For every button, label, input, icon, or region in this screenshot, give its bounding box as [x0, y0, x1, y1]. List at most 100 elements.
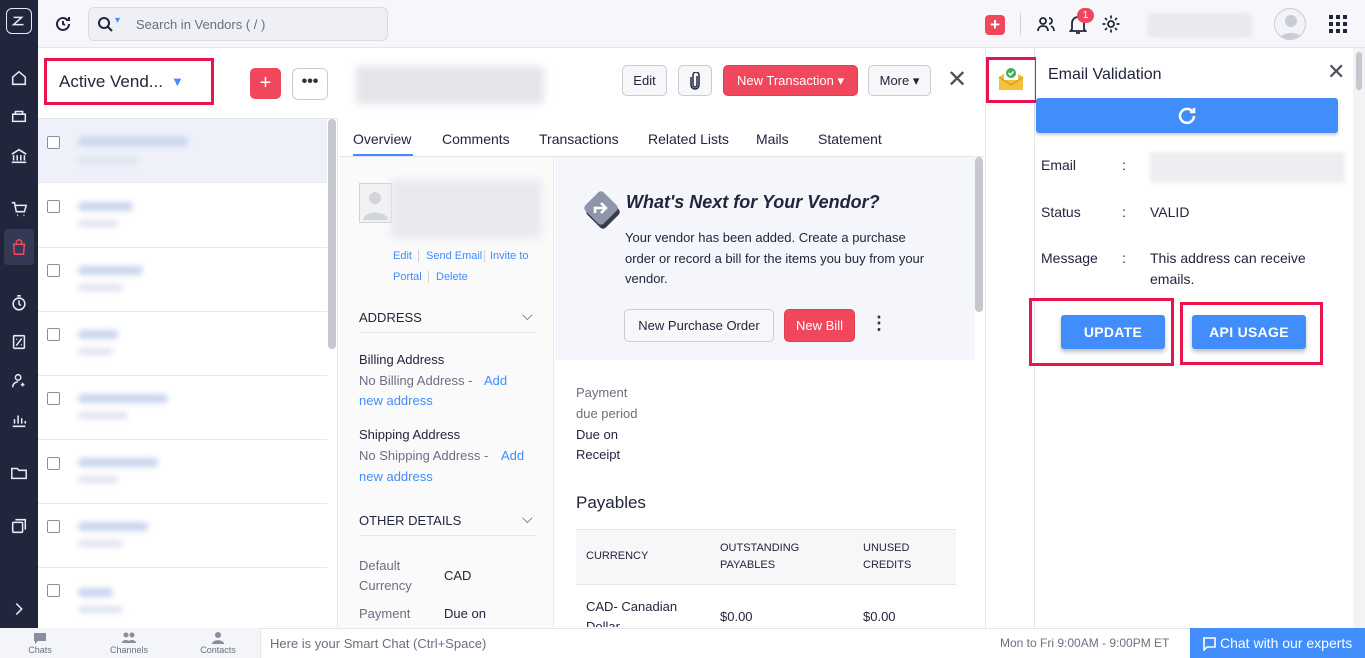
status-value: VALID — [1150, 204, 1190, 220]
list-item[interactable] — [38, 184, 327, 248]
integrations-icon[interactable] — [7, 514, 31, 538]
list-item[interactable] — [38, 119, 327, 183]
tab-overview[interactable]: Overview — [353, 131, 411, 147]
other-details-section-title[interactable]: OTHER DETAILS — [359, 513, 461, 528]
add-billing-address-link-2[interactable]: new address — [359, 393, 433, 408]
chevron-down-icon[interactable]: ⌵ — [522, 307, 533, 324]
send-email-link[interactable]: Send Email — [426, 250, 482, 262]
message-label: Message — [1041, 250, 1098, 266]
time-icon[interactable] — [7, 291, 31, 315]
billing-address-label: Billing Address — [359, 352, 445, 367]
expand-icon[interactable] — [7, 597, 31, 621]
panel-scrollbar-thumb[interactable] — [1356, 52, 1362, 90]
chevron-down-icon[interactable]: ⌵ — [522, 510, 533, 527]
contact-avatar — [359, 183, 392, 223]
detail-scrollbar[interactable] — [975, 157, 983, 312]
divider — [1020, 13, 1021, 35]
contact-details — [391, 180, 541, 238]
quick-create-button[interactable]: + — [985, 15, 1005, 35]
highlight-box — [986, 57, 1038, 103]
search-icon[interactable] — [97, 16, 113, 35]
panel-scrollbar[interactable] — [1353, 48, 1365, 628]
list-item[interactable] — [38, 312, 327, 376]
invite-portal-link-2[interactable]: Portal — [393, 271, 422, 283]
shipping-address-label: Shipping Address — [359, 427, 461, 442]
avatar[interactable] — [1274, 8, 1306, 40]
new-bill-button[interactable]: New Bill — [784, 309, 855, 342]
add-shipping-address-link[interactable]: Add — [501, 448, 524, 463]
tab-mails[interactable]: Mails — [756, 131, 789, 147]
invite-portal-link[interactable]: Invite to — [490, 250, 529, 262]
row-checkbox[interactable] — [47, 457, 60, 470]
add-billing-address-link[interactable]: Add — [484, 373, 507, 388]
payment-due-label-2: due period — [576, 406, 638, 421]
smart-chat-input[interactable]: Here is your Smart Chat (Ctrl+Space) — [270, 636, 486, 651]
contact-edit-link[interactable]: Edit — [393, 250, 412, 262]
edit-button[interactable]: Edit — [622, 65, 667, 96]
list-item[interactable] — [38, 504, 327, 568]
close-icon[interactable]: ✕ — [947, 68, 967, 92]
sales-icon[interactable] — [7, 197, 31, 221]
tab-transactions[interactable]: Transactions — [539, 131, 619, 147]
channels-shortcut[interactable]: Channels — [104, 631, 154, 655]
email-label: Email — [1041, 157, 1077, 173]
team-icon[interactable] — [1036, 14, 1056, 37]
currency-label-2: Currency — [359, 578, 412, 593]
row-checkbox[interactable] — [47, 264, 60, 277]
table-header-unused: UNUSED — [863, 542, 910, 554]
row-checkbox[interactable] — [47, 584, 60, 597]
tab-statement[interactable]: Statement — [818, 131, 882, 147]
message-value-2: emails. — [1150, 271, 1195, 287]
more-button[interactable]: More ▾ — [868, 65, 931, 96]
close-icon[interactable]: ✕ — [1327, 61, 1345, 83]
contacts-shortcut[interactable]: Contacts — [193, 631, 243, 655]
banking-icon[interactable] — [7, 144, 31, 168]
home-icon[interactable] — [7, 66, 31, 90]
items-icon[interactable] — [7, 104, 31, 128]
row-checkbox[interactable] — [47, 328, 60, 341]
row-checkbox[interactable] — [47, 136, 60, 149]
refresh-icon[interactable] — [53, 14, 73, 34]
new-transaction-button[interactable]: New Transaction ▾ — [723, 65, 858, 96]
list-item[interactable] — [38, 568, 327, 632]
gear-icon[interactable] — [1101, 14, 1121, 37]
list-item[interactable] — [38, 440, 327, 504]
tab-related-lists[interactable]: Related Lists — [648, 131, 729, 147]
shipping-address-value: No Shipping Address - — [359, 448, 489, 463]
accountant-icon[interactable] — [7, 330, 31, 354]
table-cell-currency-2: Dollar — [586, 619, 620, 627]
users-icon[interactable] — [7, 369, 31, 393]
documents-icon[interactable] — [7, 461, 31, 485]
attach-button[interactable] — [678, 65, 712, 96]
kebab-menu-icon[interactable]: ⋮ — [870, 314, 888, 332]
search-input[interactable]: Search in Vendors ( / ) — [136, 17, 265, 32]
table-header-outstanding: OUTSTANDING — [720, 542, 800, 554]
new-vendor-button[interactable]: + — [250, 68, 281, 99]
apps-grid-icon[interactable] — [1329, 15, 1347, 36]
row-checkbox[interactable] — [47, 520, 60, 533]
search-scope-chevron-icon[interactable]: ▾ — [115, 15, 120, 26]
chats-shortcut[interactable]: Chats — [15, 631, 65, 655]
payment-label: Payment — [359, 606, 411, 621]
panel-title: Email Validation — [1048, 66, 1162, 83]
delete-contact-link[interactable]: Delete — [436, 271, 468, 283]
row-checkbox[interactable] — [47, 392, 60, 405]
vendor-name — [356, 66, 544, 104]
list-more-button[interactable]: ••• — [292, 68, 328, 100]
add-shipping-address-link-2[interactable]: new address — [359, 469, 433, 484]
tab-comments[interactable]: Comments — [442, 131, 510, 147]
list-item[interactable] — [38, 376, 327, 440]
notification-badge: 1 — [1077, 8, 1094, 23]
purchases-icon[interactable] — [7, 235, 31, 259]
refresh-button[interactable] — [1036, 98, 1338, 133]
reports-icon[interactable] — [7, 408, 31, 432]
organization-switcher[interactable] — [1147, 13, 1252, 38]
new-purchase-order-button[interactable]: New Purchase Order — [624, 309, 774, 342]
list-scrollbar[interactable] — [328, 119, 336, 349]
row-checkbox[interactable] — [47, 200, 60, 213]
table-header-unused-2: CREDITS — [863, 559, 912, 571]
list-item[interactable] — [38, 248, 327, 312]
chat-with-experts-button[interactable]: Chat with our experts — [1190, 628, 1365, 658]
address-section-title[interactable]: ADDRESS — [359, 310, 422, 325]
app-logo-icon[interactable] — [6, 8, 32, 34]
